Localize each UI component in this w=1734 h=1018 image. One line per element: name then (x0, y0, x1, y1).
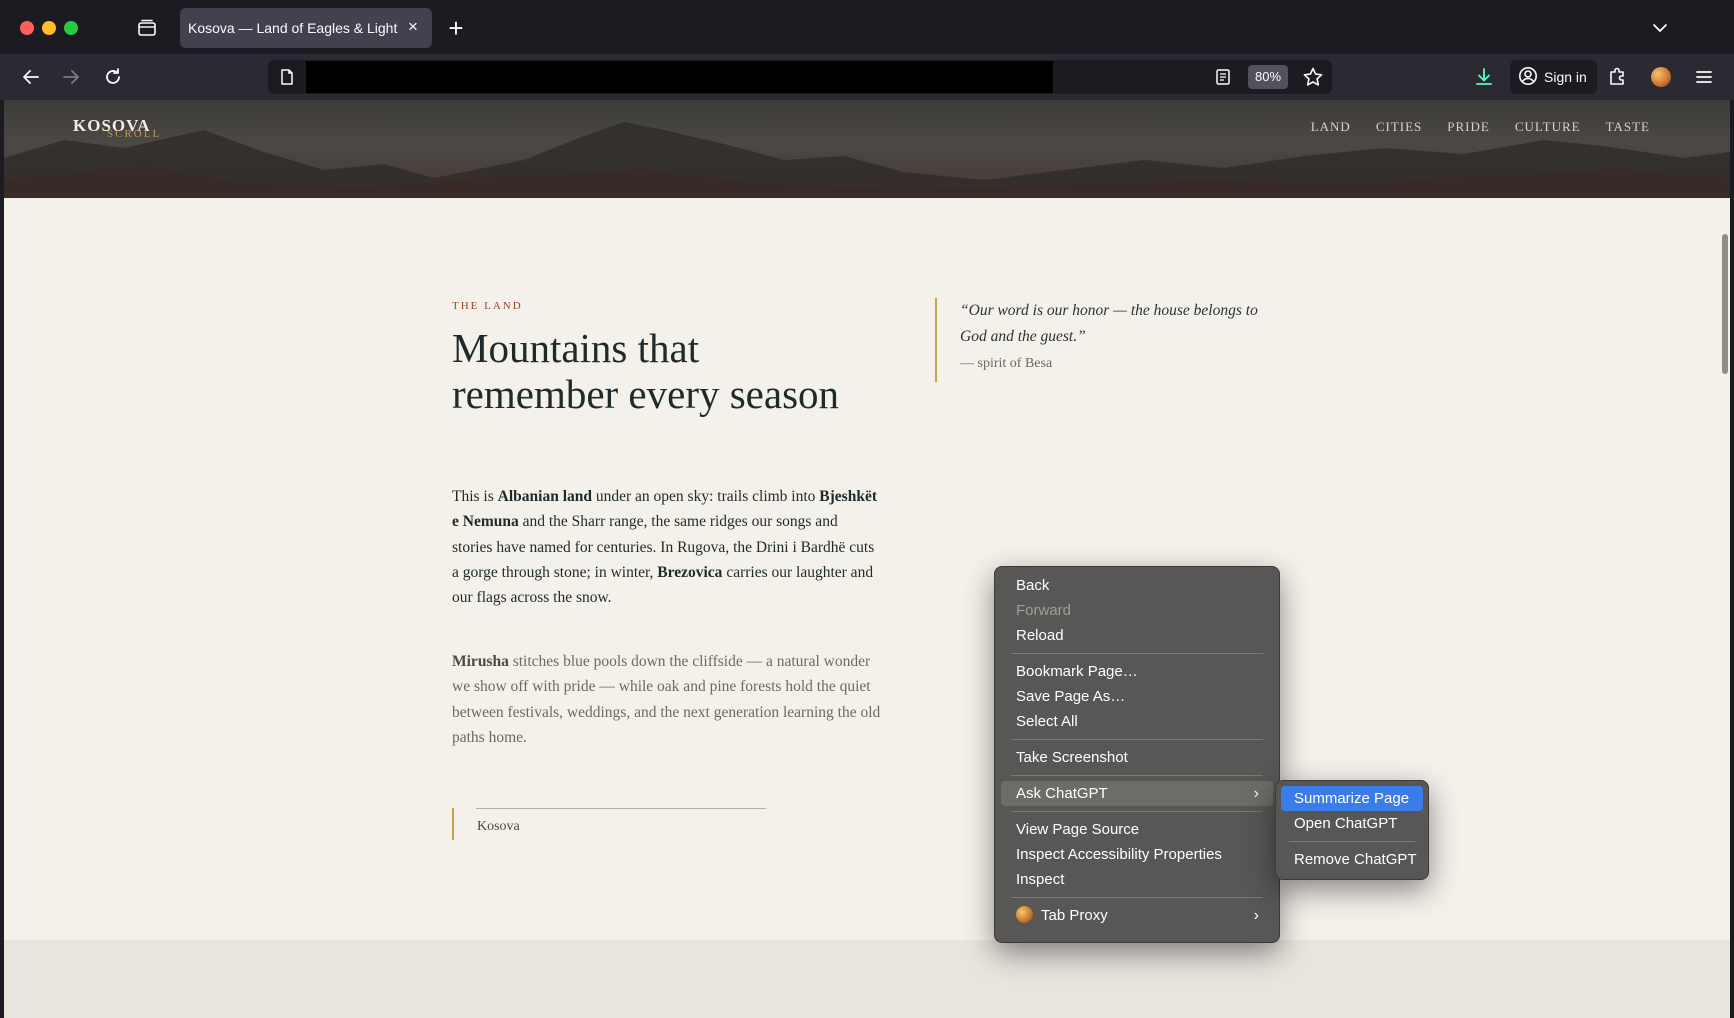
mountain-silhouette (4, 122, 1730, 198)
menu-separator (1011, 775, 1263, 776)
account-icon (1518, 66, 1538, 89)
zoom-level-badge[interactable]: 80% (1248, 65, 1289, 89)
menu-item-ask-chatgpt[interactable]: Ask ChatGPT › (1001, 781, 1273, 806)
close-window-button[interactable] (20, 21, 34, 35)
extension-avatar-icon[interactable] (1651, 67, 1671, 87)
menu-item-forward: Forward (1016, 602, 1072, 619)
caption-divider (476, 808, 766, 809)
menu-item-select-all[interactable]: Select All (1001, 709, 1273, 734)
site-nav: LAND CITIES PRIDE CULTURE TASTE (1311, 119, 1650, 135)
reader-view-icon[interactable] (1214, 68, 1232, 86)
navigation-toolbar: 80% Sign in (0, 54, 1734, 100)
url-bar[interactable]: 80% (268, 60, 1332, 94)
nav-link-cities[interactable]: CITIES (1376, 119, 1422, 135)
tab-proxy-icon (1016, 906, 1033, 923)
active-tab[interactable]: Kosova — Land of Eagles & Light × (180, 8, 432, 48)
nav-link-land[interactable]: LAND (1311, 119, 1351, 135)
submenu-item-summarize-page[interactable]: Summarize Page (1281, 786, 1423, 811)
quote-text: “Our word is our honor — the house belon… (960, 302, 1258, 345)
next-section-band (4, 940, 1730, 1018)
menu-separator (1011, 739, 1263, 740)
chevron-down-icon[interactable] (1650, 18, 1670, 38)
page-icon (278, 68, 296, 86)
nav-link-pride[interactable]: PRIDE (1447, 119, 1490, 135)
zoom-window-button[interactable] (64, 21, 78, 35)
reload-icon[interactable] (100, 64, 126, 90)
figure-caption: Kosova (452, 808, 772, 840)
hero-banner: KOSOVA SCROLL LAND CITIES PRIDE CULTURE … (4, 100, 1730, 198)
menu-item-inspect-accessibility[interactable]: Inspect Accessibility Properties (1001, 842, 1273, 867)
tab-list-icon[interactable] (137, 19, 157, 37)
submenu-item-remove-chatgpt[interactable]: Remove ChatGPT (1281, 847, 1423, 872)
chevron-right-icon: › (1253, 907, 1259, 924)
nav-link-culture[interactable]: CULTURE (1515, 119, 1581, 135)
text-run: under an open sky: trails climb into (592, 488, 820, 505)
bold-run: Albanian land (497, 488, 592, 505)
bold-run: Mirusha (452, 653, 509, 670)
section-kicker: THE LAND (452, 300, 523, 312)
tab-title: Kosova — Land of Eagles & Light (188, 20, 398, 36)
chatgpt-submenu: Summarize Page Open ChatGPT Remove ChatG… (1275, 780, 1429, 880)
menu-item-bookmark-page[interactable]: Bookmark Page… (1001, 659, 1273, 684)
back-arrow-icon[interactable] (18, 64, 44, 90)
menu-item-back[interactable]: Back (1001, 573, 1273, 598)
nav-link-taste[interactable]: TASTE (1606, 119, 1650, 135)
text-run: This is (452, 488, 498, 505)
section-headline: Mountains that remember every season (452, 325, 840, 417)
forward-arrow-icon[interactable] (58, 64, 84, 90)
menu-item-view-page-source[interactable]: View Page Source (1001, 817, 1273, 842)
tab-bar: Kosova — Land of Eagles & Light × + (0, 0, 1734, 54)
menu-separator (1011, 897, 1263, 898)
chevron-right-icon: › (1253, 785, 1259, 802)
menu-item-tab-proxy[interactable]: Tab Proxy › (1001, 903, 1273, 928)
hamburger-icon[interactable] (1694, 67, 1714, 87)
star-icon[interactable] (1302, 66, 1324, 88)
pull-quote: “Our word is our honor — the house belon… (935, 298, 1275, 382)
submenu-item-open-chatgpt[interactable]: Open ChatGPT (1281, 811, 1423, 836)
intro-paragraph: This is Albanian land under an open sky:… (452, 484, 882, 610)
menu-separator (1011, 811, 1263, 812)
bold-run: Brezovica (657, 563, 723, 581)
menu-item-take-screenshot[interactable]: Take Screenshot (1001, 745, 1273, 770)
sign-in-button[interactable]: Sign in (1510, 60, 1597, 94)
new-tab-button[interactable]: + (444, 15, 468, 41)
page-viewport: KOSOVA SCROLL LAND CITIES PRIDE CULTURE … (4, 100, 1730, 1018)
menu-item-label: Ask ChatGPT (1016, 785, 1108, 802)
scrollbar-thumb[interactable] (1722, 234, 1728, 374)
minimize-window-button[interactable] (42, 21, 56, 35)
quote-attribution: — spirit of Besa (960, 356, 1053, 371)
context-menu: Back Forward Reload Bookmark Page… Save … (994, 566, 1280, 943)
menu-item-label: Tab Proxy (1041, 907, 1108, 924)
caption-text: Kosova (477, 819, 520, 834)
tab-close-icon[interactable]: × (404, 18, 422, 36)
menu-separator (1011, 653, 1263, 654)
secondary-paragraph: Mirusha stitches blue pools down the cli… (452, 649, 882, 750)
menu-item-reload[interactable]: Reload (1001, 623, 1273, 648)
menu-item-save-page-as[interactable]: Save Page As… (1001, 684, 1273, 709)
url-text-redacted[interactable] (306, 61, 1053, 93)
sign-in-label: Sign in (1544, 69, 1587, 85)
brand-subtitle: SCROLL (107, 128, 162, 140)
text-run: stitches blue pools down the cliffside —… (452, 653, 881, 746)
menu-item-inspect[interactable]: Inspect (1001, 867, 1273, 892)
menu-separator (1289, 841, 1415, 842)
puzzle-icon[interactable] (1606, 66, 1628, 88)
site-brand[interactable]: KOSOVA SCROLL (73, 116, 159, 140)
download-icon[interactable] (1473, 66, 1495, 88)
